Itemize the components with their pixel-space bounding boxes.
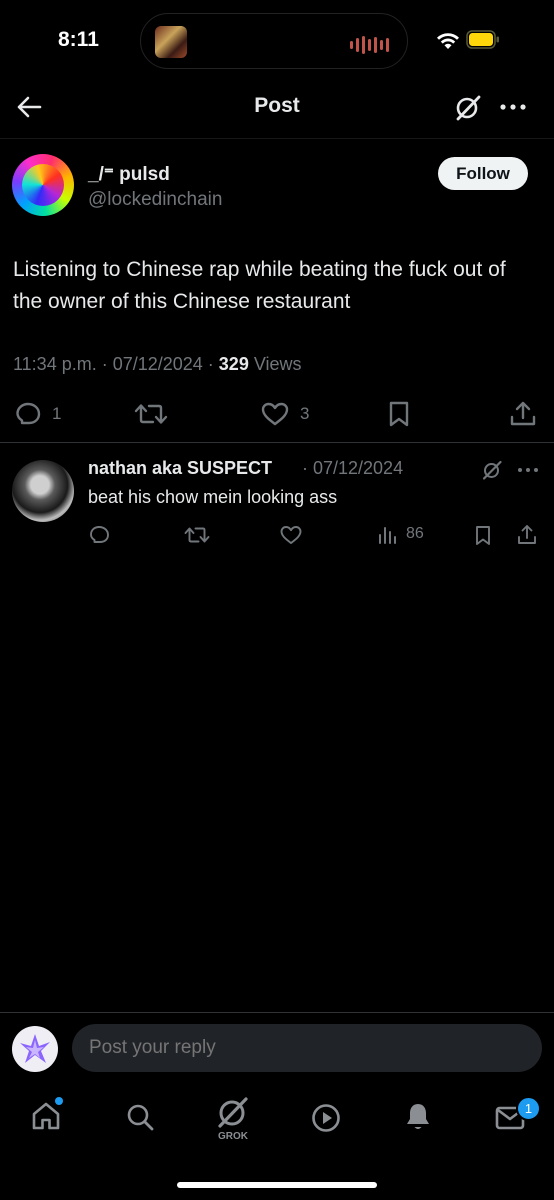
audio-waveform-icon (350, 36, 389, 54)
reply-input[interactable] (72, 1024, 542, 1072)
status-time: 8:11 (58, 28, 99, 51)
author-avatar[interactable] (12, 154, 74, 216)
repost-icon[interactable] (184, 524, 210, 546)
home-notification-dot (55, 1097, 63, 1105)
views-label: Views (248, 354, 302, 374)
bookmark-icon[interactable] (386, 400, 412, 428)
grok-icon[interactable] (214, 1094, 252, 1132)
home-indicator[interactable] (177, 1182, 377, 1188)
post-text: Listening to Chinese rap while beating t… (13, 258, 506, 313)
composer-divider (0, 1012, 554, 1013)
reply-views-count: 86 (406, 525, 424, 542)
views-count: 329 (218, 354, 249, 374)
like-count: 3 (300, 404, 310, 423)
author-display-name[interactable]: _/⁼ pulsd (88, 163, 170, 186)
reply-text: beat his chow mein looking ass (88, 487, 338, 507)
follow-button[interactable]: Follow (438, 157, 528, 190)
views-chart-icon[interactable] (376, 524, 398, 546)
more-options-icon[interactable] (498, 94, 528, 120)
reply-date[interactable]: · 07/12/2024 (302, 458, 403, 479)
grok-nav-label: GROK (218, 1131, 248, 1142)
header-divider (0, 138, 554, 139)
post-timestamp[interactable]: 11:34 p.m. · 07/12/2024 · (13, 354, 219, 374)
user-avatar-art-icon (20, 1034, 50, 1063)
author-handle[interactable]: @lockedinchain (88, 189, 222, 211)
share-icon[interactable] (508, 399, 538, 429)
reply-author-avatar[interactable] (12, 460, 74, 522)
reply-icon[interactable] (14, 400, 42, 428)
reply-author-name[interactable]: nathan aka SUSPECT (88, 458, 272, 479)
like-icon[interactable] (279, 524, 303, 546)
battery-icon (466, 30, 499, 49)
share-icon[interactable] (516, 523, 538, 547)
post-divider (0, 442, 554, 443)
bookmark-icon[interactable] (472, 524, 494, 546)
video-icon[interactable] (310, 1102, 342, 1134)
dynamic-island (140, 13, 408, 69)
like-icon[interactable] (260, 400, 290, 428)
wifi-icon (437, 33, 459, 49)
now-playing-artwork (155, 26, 187, 58)
current-user-avatar[interactable] (12, 1026, 58, 1072)
reply-icon[interactable] (88, 524, 110, 546)
search-icon[interactable] (124, 1101, 156, 1133)
repost-icon[interactable] (134, 400, 168, 428)
post-metadata: 11:34 p.m. · 07/12/2024 · 329 Views (13, 354, 302, 375)
reply-count: 1 (52, 404, 62, 423)
grok-icon[interactable] (480, 458, 504, 482)
reply-more-icon[interactable] (516, 460, 540, 480)
grok-icon[interactable] (452, 92, 484, 124)
messages-badge: 1 (516, 1096, 541, 1121)
notifications-icon[interactable] (402, 1100, 434, 1134)
